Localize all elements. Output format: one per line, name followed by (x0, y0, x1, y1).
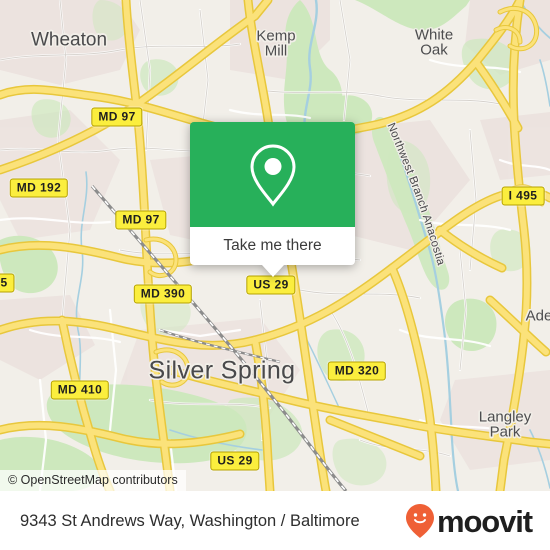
moovit-logo[interactable]: moovit (405, 503, 533, 539)
moovit-wordmark: moovit (436, 503, 533, 539)
highway-shield-5: 5 (0, 273, 15, 293)
take-me-there-button[interactable]: Take me there (190, 227, 355, 265)
highway-shield-md-97: MD 97 (91, 107, 143, 127)
map-screenshot: Northwest Branch Anacostia River Wheaton… (0, 0, 550, 550)
popup-card-pointer (261, 265, 284, 277)
map-canvas[interactable]: Northwest Branch Anacostia River Wheaton… (0, 0, 550, 491)
highway-shield-md-410: MD 410 (50, 380, 110, 400)
highway-shield-md-192: MD 192 (9, 178, 69, 198)
take-me-there-label: Take me there (223, 237, 322, 254)
footer-bar: 9343 St Andrews Way, Washington / Baltim… (0, 491, 550, 550)
popup-card-header (190, 122, 355, 227)
location-popup-card[interactable]: Take me there (190, 122, 355, 277)
address-label: 9343 St Andrews Way, Washington / Baltim… (20, 511, 360, 530)
highway-shield-i-495: I 495 (501, 186, 545, 206)
map-pin-icon (249, 143, 296, 207)
highway-shield-us-29: US 29 (246, 275, 296, 295)
highway-shield-md-390: MD 390 (133, 284, 193, 304)
highway-shield-us-29: US 29 (210, 451, 260, 471)
osm-attribution[interactable]: © OpenStreetMap contributors (0, 470, 186, 491)
moovit-pin-smiley-icon (405, 504, 434, 538)
highway-shield-md-320: MD 320 (327, 361, 387, 381)
highway-shield-md-97: MD 97 (115, 210, 167, 230)
